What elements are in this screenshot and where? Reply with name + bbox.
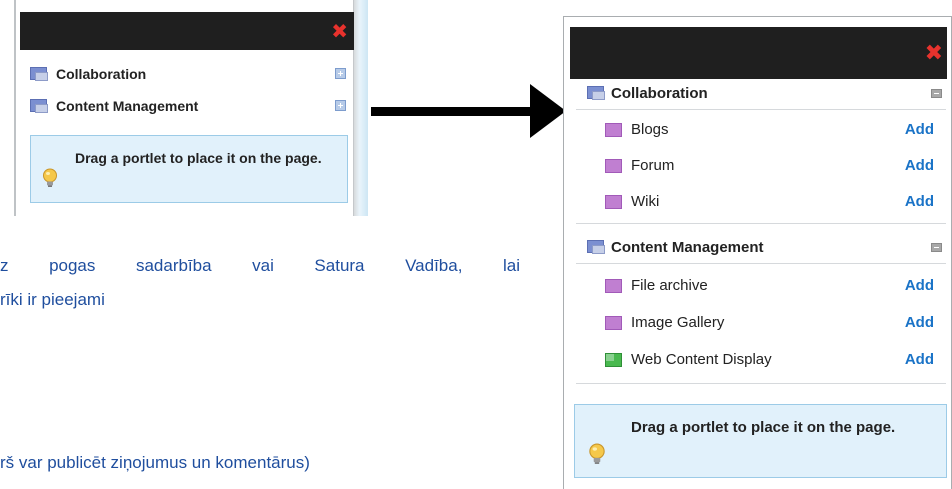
portlet-name: Blogs xyxy=(631,121,669,138)
portlet-item-image-gallery: Image Gallery Add xyxy=(576,305,946,341)
arrow-shaft xyxy=(371,107,533,116)
portlet-name: File archive xyxy=(631,277,708,294)
portlet-name: Web Content Display xyxy=(631,351,772,368)
section-divider xyxy=(576,383,946,384)
category-label: Content Management xyxy=(56,98,199,114)
category-content-management[interactable]: Content Management xyxy=(576,231,946,264)
panel-header: ✖ xyxy=(20,12,354,50)
expand-plus-icon[interactable] xyxy=(335,100,346,111)
arrow-right-icon xyxy=(530,84,566,138)
collapsed-add-panel: ✖ Collaboration Content Management Drag … xyxy=(14,0,368,216)
portlet-item-wiki: Wiki Add xyxy=(576,184,946,220)
category-window-icon xyxy=(587,86,605,100)
portlet-name: Forum xyxy=(631,157,675,174)
close-icon[interactable]: ✖ xyxy=(925,43,943,65)
portlet-purple-icon xyxy=(605,123,622,137)
portlet-green-icon xyxy=(605,353,622,367)
category-window-icon xyxy=(587,240,605,254)
category-window-icon xyxy=(30,67,48,81)
portlet-item-file-archive: File archive Add xyxy=(576,268,946,304)
portlet-name: Wiki xyxy=(631,193,660,210)
collapse-minus-icon[interactable] xyxy=(931,89,942,98)
category-content-management[interactable]: Content Management xyxy=(26,96,352,116)
add-blogs-link[interactable]: Add xyxy=(905,121,934,138)
category-label: Collaboration xyxy=(611,85,708,102)
expand-plus-icon[interactable] xyxy=(335,68,346,79)
portlet-item-forum: Forum Add xyxy=(576,148,946,184)
lightbulb-icon xyxy=(589,443,605,464)
portlet-purple-icon xyxy=(605,316,622,330)
description-line-3: rš var publicēt ziņojumus un komentārus) xyxy=(0,453,310,472)
portlet-purple-icon xyxy=(605,159,622,173)
add-file-archive-link[interactable]: Add xyxy=(905,277,934,294)
tip-text: Drag a portlet to place it on the page. xyxy=(631,419,896,436)
category-label: Content Management xyxy=(611,239,764,256)
collapse-minus-icon[interactable] xyxy=(931,243,942,252)
category-window-icon xyxy=(30,99,48,113)
portlet-name: Image Gallery xyxy=(631,314,725,331)
drag-tip: Drag a portlet to place it on the page. xyxy=(574,404,947,478)
category-label: Collaboration xyxy=(56,66,147,82)
category-collaboration[interactable]: Collaboration xyxy=(26,64,352,84)
portlet-item-web-content-display: Web Content Display Add xyxy=(576,342,946,378)
add-wiki-link[interactable]: Add xyxy=(905,193,934,210)
close-icon[interactable]: ✖ xyxy=(331,21,348,41)
tip-text: Drag a portlet to place it on the page. xyxy=(75,150,322,166)
expanded-add-panel: ✖ Collaboration Blogs Add Forum Add Wiki… xyxy=(563,16,952,489)
section-divider xyxy=(576,223,946,224)
add-image-gallery-link[interactable]: Add xyxy=(905,314,934,331)
panel-header: ✖ xyxy=(570,27,947,79)
browser-scroll-edge xyxy=(353,0,368,216)
add-forum-link[interactable]: Add xyxy=(905,157,934,174)
add-web-content-display-link[interactable]: Add xyxy=(905,351,934,368)
drag-tip: Drag a portlet to place it on the page. xyxy=(30,135,348,203)
portlet-purple-icon xyxy=(605,279,622,293)
description-line-2: rīki ir pieejami xyxy=(0,290,105,309)
portlet-purple-icon xyxy=(605,195,622,209)
category-collaboration[interactable]: Collaboration xyxy=(576,77,946,110)
description-line-1: z pogas sadarbība vai Satura Vadība, lai xyxy=(0,256,520,275)
portlet-item-blogs: Blogs Add xyxy=(576,112,946,148)
lightbulb-icon xyxy=(43,168,57,187)
